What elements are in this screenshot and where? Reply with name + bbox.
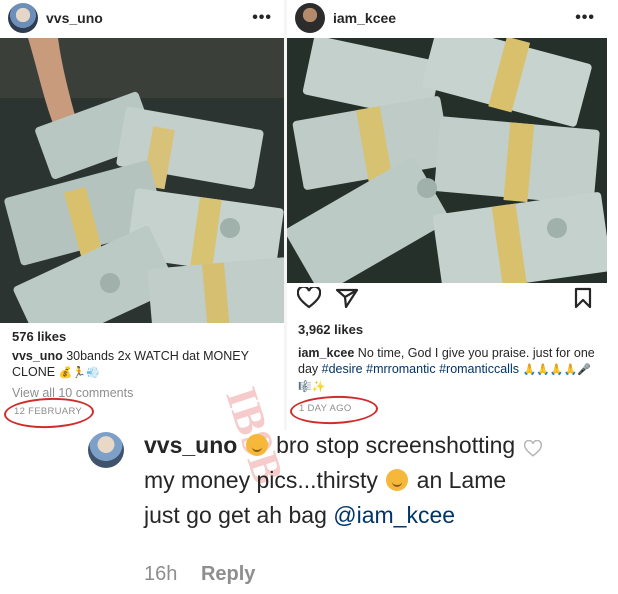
comment: vvs_uno bro stop screenshotting my money… [88, 428, 548, 594]
more-icon[interactable]: ••• [575, 9, 595, 27]
heart-icon[interactable] [523, 439, 543, 458]
likes-count[interactable]: 576 likes [12, 329, 66, 344]
hashtag[interactable]: #desire [322, 362, 363, 376]
comment-meta: 16h Reply [144, 563, 273, 586]
smirk-emoji-icon [245, 434, 268, 456]
post-right: iam_kcee ••• 3,962 likes iam_kcee No tim… [287, 0, 607, 430]
post-left: vvs_uno ••• 576 likes vvs_uno 30bands 2x… [0, 0, 284, 430]
post-photo[interactable] [0, 38, 284, 323]
post-header: iam_kcee ••• [287, 0, 607, 36]
post-photo[interactable] [287, 38, 607, 283]
caption-username[interactable]: iam_kcee [298, 346, 354, 360]
mention-link[interactable]: @iam_kcee [333, 502, 455, 528]
more-icon[interactable]: ••• [252, 9, 272, 27]
avatar[interactable] [295, 3, 325, 33]
caption: iam_kcee No time, God I give you praise.… [298, 345, 603, 395]
post-username[interactable]: iam_kcee [333, 10, 575, 26]
smile-emoji-icon [386, 469, 409, 491]
post-header: vvs_uno ••• [0, 0, 284, 36]
caption: vvs_uno 30bands 2x WATCH dat MONEY CLONE… [12, 348, 277, 381]
comment-username[interactable]: vvs_uno [144, 432, 237, 458]
post-username[interactable]: vvs_uno [46, 10, 252, 26]
heart-icon[interactable] [297, 287, 321, 309]
caption-emojis: 💰🏃💨 [58, 366, 100, 379]
avatar[interactable] [88, 432, 124, 468]
comment-text: vvs_uno bro stop screenshotting my money… [144, 428, 534, 533]
caption-username[interactable]: vvs_uno [12, 349, 63, 363]
share-icon[interactable] [335, 287, 359, 309]
hashtag[interactable]: #mrromantic [366, 362, 435, 376]
avatar[interactable] [8, 3, 38, 33]
reply-button[interactable]: Reply [201, 563, 255, 585]
likes-count[interactable]: 3,962 likes [298, 322, 363, 337]
view-comments-link[interactable]: View all 10 comments [12, 386, 133, 400]
bookmark-icon[interactable] [573, 287, 597, 309]
hashtag[interactable]: #romanticcalls [439, 362, 519, 376]
comment-time: 16h [144, 563, 178, 585]
post-actions [297, 287, 597, 309]
